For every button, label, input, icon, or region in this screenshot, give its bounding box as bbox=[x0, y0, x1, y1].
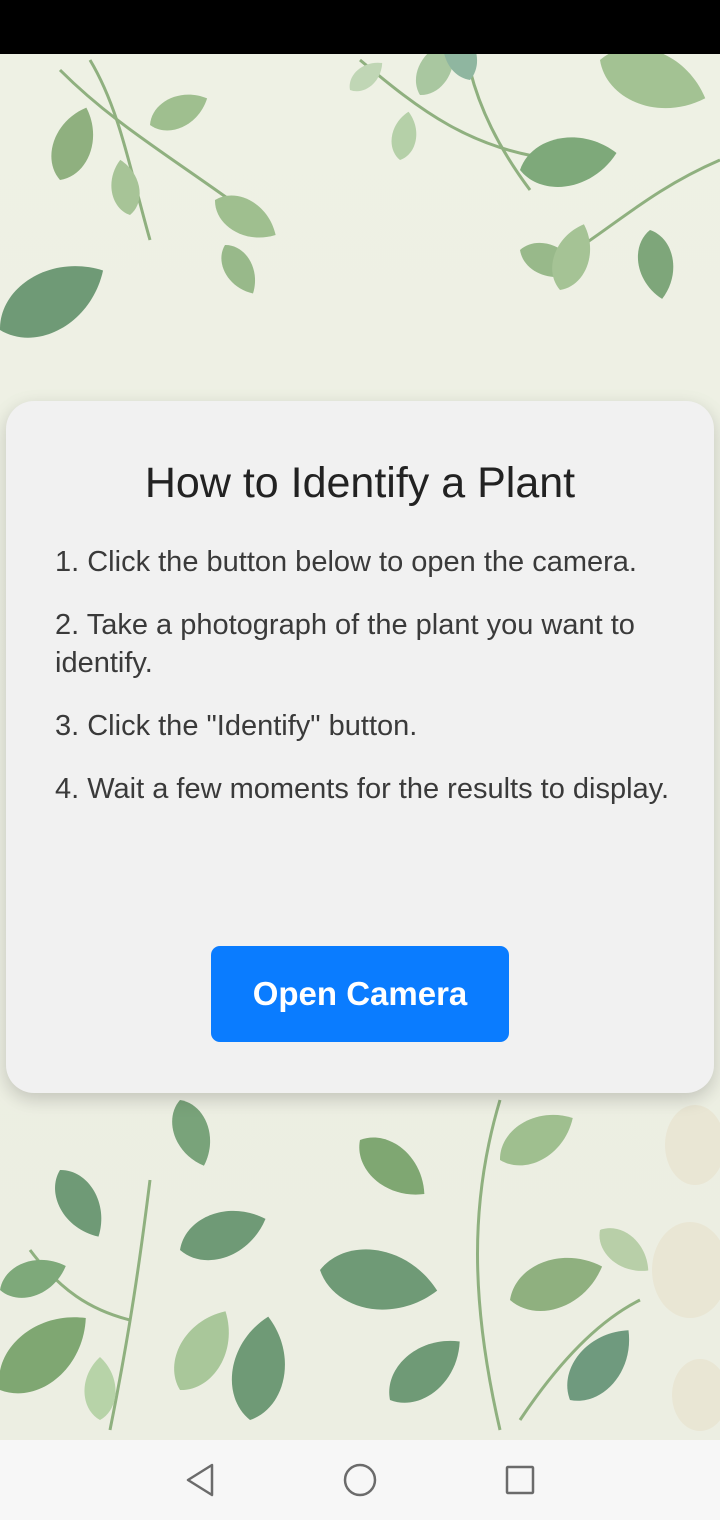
home-circle-icon bbox=[343, 1463, 377, 1497]
recents-square-icon bbox=[505, 1465, 535, 1495]
step-item: 4. Wait a few moments for the results to… bbox=[55, 773, 670, 805]
steps-list: 1. Click the button below to open the ca… bbox=[55, 543, 670, 833]
home-button[interactable] bbox=[340, 1460, 380, 1500]
back-button[interactable] bbox=[180, 1460, 220, 1500]
screen: How to Identify a Plant 1. Click the but… bbox=[0, 0, 720, 1520]
back-triangle-icon bbox=[186, 1463, 214, 1497]
status-bar bbox=[0, 0, 720, 54]
open-camera-button[interactable]: Open Camera bbox=[211, 946, 509, 1042]
recents-button[interactable] bbox=[500, 1460, 540, 1500]
step-item: 2. Take a photograph of the plant you wa… bbox=[55, 609, 635, 679]
step-item: 3. Click the "Identify" button. bbox=[55, 710, 418, 742]
instructions-card: How to Identify a Plant 1. Click the but… bbox=[6, 401, 714, 1093]
navigation-bar bbox=[0, 1440, 720, 1520]
step-item: 1. Click the button below to open the ca… bbox=[55, 546, 637, 578]
card-title: How to Identify a Plant bbox=[144, 459, 576, 507]
